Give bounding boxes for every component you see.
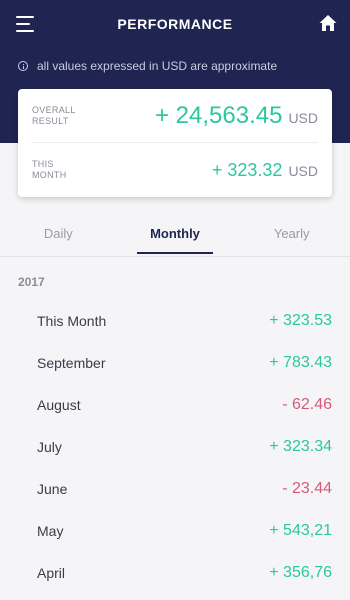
- list-item-value: - 62.46: [282, 396, 332, 413]
- overall-result-value: + 24,563.45 USD: [155, 102, 318, 130]
- tab-yearly[interactable]: Yearly: [233, 212, 350, 254]
- list-item-label: August: [37, 397, 81, 413]
- list-item[interactable]: August - 62.46: [0, 384, 350, 426]
- list-item[interactable]: June - 23.44: [0, 468, 350, 510]
- list-item-label: May: [37, 523, 64, 539]
- this-month-currency: USD: [288, 162, 318, 179]
- list-item-label: April: [37, 565, 66, 581]
- monthly-list: This Month + 323.53 September + 783.43 A…: [0, 300, 350, 594]
- list-item-value: + 323.53: [269, 312, 332, 329]
- this-month-label: THIS MONTH: [32, 159, 92, 181]
- year-heading: 2017: [18, 275, 45, 289]
- top-bar: PERFORMANCE: [0, 0, 350, 48]
- usd-notice: all values expressed in USD are approxim…: [18, 59, 277, 73]
- list-item[interactable]: May + 543,21: [0, 510, 350, 552]
- list-item-value: - 23.44: [282, 480, 332, 497]
- list-item-label: This Month: [37, 313, 107, 329]
- period-tabs: Daily Monthly Yearly: [0, 212, 350, 254]
- tab-divider: [0, 256, 350, 257]
- info-icon: [18, 61, 28, 71]
- overall-label-line2: RESULT: [32, 115, 69, 126]
- list-item-label: June: [37, 481, 68, 497]
- page-title: PERFORMANCE: [117, 16, 233, 32]
- hamburger-menu-icon[interactable]: [16, 16, 36, 32]
- list-item[interactable]: April + 356,76: [0, 552, 350, 594]
- list-item-value: + 323.34: [269, 438, 332, 455]
- overall-label-line1: OVERALL: [32, 104, 76, 115]
- this-month-value: + 323.32 USD: [212, 160, 318, 181]
- tab-daily[interactable]: Daily: [0, 212, 117, 254]
- this-month-label-line1: THIS: [32, 159, 54, 169]
- overall-currency: USD: [288, 109, 318, 126]
- list-item[interactable]: July + 323.34: [0, 426, 350, 468]
- summary-card: OVERALL RESULT + 24,563.45 USD THIS MONT…: [18, 89, 332, 197]
- this-month-label-line2: MONTH: [32, 170, 67, 180]
- list-item[interactable]: September + 783.43: [0, 342, 350, 384]
- list-item[interactable]: This Month + 323.53: [0, 300, 350, 342]
- tab-monthly[interactable]: Monthly: [117, 212, 234, 254]
- this-month-row: THIS MONTH + 323.32 USD: [32, 143, 318, 197]
- overall-result-row: OVERALL RESULT + 24,563.45 USD: [32, 89, 318, 143]
- notice-text: all values expressed in USD are approxim…: [37, 59, 278, 73]
- list-item-value: + 783.43: [269, 354, 332, 371]
- list-item-label: September: [37, 355, 106, 371]
- this-month-amount: + 323.32: [211, 159, 283, 180]
- home-icon[interactable]: [318, 13, 338, 33]
- overall-result-label: OVERALL RESULT: [32, 105, 92, 127]
- list-item-value: + 356,76: [269, 564, 332, 581]
- list-item-label: July: [37, 439, 62, 455]
- overall-amount: + 24,563.45: [154, 101, 283, 129]
- list-item-value: + 543,21: [269, 522, 332, 539]
